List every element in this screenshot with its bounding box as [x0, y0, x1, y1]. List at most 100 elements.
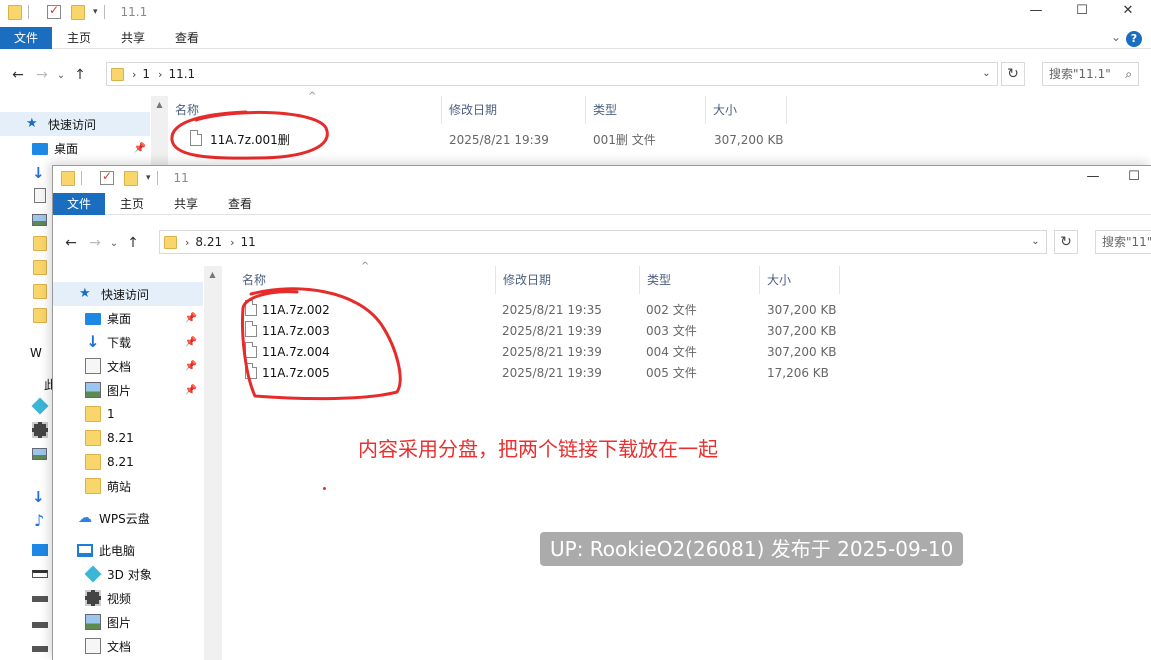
- collapse-ribbon-icon[interactable]: ⌄: [1111, 30, 1121, 44]
- maximize-button[interactable]: ☐: [1116, 166, 1151, 190]
- folder-icon: [111, 67, 124, 81]
- nav-item-14[interactable]: 文档: [53, 634, 203, 658]
- help-icon[interactable]: ?: [1126, 31, 1142, 47]
- chevron-right-icon: ›: [230, 235, 235, 249]
- up-arrow-icon[interactable]: ↑: [68, 67, 92, 83]
- tab-file[interactable]: 文件: [0, 26, 53, 49]
- forward-arrow-icon[interactable]: →: [30, 67, 54, 83]
- breadcrumb-item[interactable]: 11.1: [168, 67, 195, 81]
- nav-label: 图片: [107, 383, 132, 398]
- nav-item-13[interactable]: 图片: [53, 610, 203, 634]
- breadcrumb-item[interactable]: 1: [142, 67, 150, 81]
- back-arrow-icon[interactable]: ←: [6, 67, 30, 83]
- properties-icon[interactable]: [47, 3, 61, 19]
- annotation-text: 内容采用分盘，把两个链接下载放在一起: [358, 437, 718, 461]
- file-size: 307,200 KB: [767, 303, 837, 317]
- tab-share[interactable]: 共享: [159, 193, 213, 215]
- new-folder-icon[interactable]: [124, 170, 138, 186]
- folder-icon: [8, 4, 22, 20]
- recent-dropdown-icon[interactable]: ⌄: [107, 238, 121, 249]
- minimize-button[interactable]: —: [1070, 166, 1116, 190]
- annotation-dot: [323, 487, 326, 490]
- nav-scrollbar[interactable]: ▲: [204, 266, 221, 660]
- column-date[interactable]: 修改日期: [496, 266, 640, 294]
- up-arrow-icon[interactable]: ↑: [121, 235, 145, 251]
- pin-icon[interactable]: 📌: [185, 337, 197, 348]
- file-size: 307,200 KB: [714, 133, 784, 147]
- nav-item-12[interactable]: 视频: [53, 586, 203, 610]
- video-icon: [32, 422, 48, 438]
- nav-item-8[interactable]: 萌站: [53, 474, 203, 498]
- column-date[interactable]: 修改日期: [442, 96, 586, 124]
- refresh-button[interactable]: ↻: [1001, 62, 1025, 86]
- folder-icon: [33, 284, 47, 299]
- tab-view[interactable]: 查看: [160, 27, 214, 49]
- tab-home[interactable]: 主页: [105, 193, 159, 215]
- nav-label: WPS云盘: [99, 511, 150, 526]
- new-folder-icon[interactable]: [71, 4, 85, 20]
- properties-icon[interactable]: [100, 169, 114, 185]
- nav-item-11[interactable]: 3D 对象: [53, 562, 203, 586]
- maximize-button[interactable]: ☐: [1059, 0, 1105, 24]
- download-icon: ↓: [32, 164, 45, 182]
- chevron-right-icon: ›: [158, 67, 163, 81]
- nav-item-5[interactable]: 1: [53, 402, 203, 426]
- search-input[interactable]: 搜索"11": [1095, 230, 1151, 254]
- tab-home[interactable]: 主页: [52, 27, 106, 49]
- pin-icon[interactable]: 📌: [185, 385, 197, 396]
- address-bar[interactable]: › 1 › 11.1 ⌄: [106, 62, 998, 86]
- nav-item-4[interactable]: 图片 📌: [53, 378, 203, 402]
- tab-view[interactable]: 查看: [213, 193, 267, 215]
- column-size[interactable]: 大小: [760, 266, 840, 294]
- ribbon-tabs: 文件 主页 共享 查看: [53, 192, 1151, 215]
- pin-icon[interactable]: 📌: [134, 143, 146, 154]
- separator: [81, 171, 82, 185]
- nav-item-7[interactable]: 8.21: [53, 450, 203, 474]
- nav-item-10[interactable]: 此电脑: [53, 538, 203, 562]
- document-icon: [85, 638, 101, 654]
- minimize-button[interactable]: —: [1013, 0, 1059, 24]
- nav-item-3[interactable]: 文档 📌: [53, 354, 203, 378]
- file-type: 004 文件: [646, 345, 697, 359]
- cloud-icon: ☁: [78, 510, 92, 526]
- nav-item-6[interactable]: 8.21: [53, 426, 203, 450]
- nav-label-wps[interactable]: W: [30, 346, 42, 360]
- separator: [156, 171, 158, 185]
- column-size[interactable]: 大小: [706, 96, 787, 124]
- tab-file[interactable]: 文件: [53, 192, 106, 215]
- quick-access-dropdown-icon[interactable]: ▾: [93, 7, 98, 17]
- nav-item-9[interactable]: ☁ WPS云盘: [53, 506, 203, 530]
- column-type[interactable]: 类型: [586, 96, 706, 124]
- red-circle-annotation: [170, 110, 329, 160]
- quick-access-dropdown-icon[interactable]: ▾: [146, 173, 151, 183]
- nav-item-0[interactable]: ★ 快速访问: [53, 282, 203, 306]
- forward-arrow-icon[interactable]: →: [83, 235, 107, 251]
- pin-icon[interactable]: 📌: [185, 361, 197, 372]
- search-input[interactable]: 搜索"11.1" ⌕: [1042, 62, 1139, 86]
- column-type[interactable]: 类型: [640, 266, 760, 294]
- nav-label: 1: [107, 407, 115, 421]
- title-bar: ▾ 11.1: [0, 0, 1151, 24]
- back-arrow-icon[interactable]: ←: [59, 235, 83, 251]
- nav-desktop[interactable]: 桌面 📌: [0, 136, 150, 160]
- close-button[interactable]: ✕: [1105, 0, 1151, 24]
- nav-item-1[interactable]: 桌面 📌: [53, 306, 203, 330]
- refresh-button[interactable]: ↻: [1054, 230, 1078, 254]
- nav-item-2[interactable]: ↓ 下载 📌: [53, 330, 203, 354]
- nav-quick-access[interactable]: ★ 快速访问: [0, 112, 150, 136]
- 3d-objects-icon: [31, 397, 49, 415]
- file-date: 2025/8/21 19:39: [502, 345, 602, 359]
- address-dropdown-icon[interactable]: ⌄: [975, 63, 997, 85]
- breadcrumb-item[interactable]: 11: [241, 235, 256, 249]
- nav-label: 文档: [107, 639, 132, 654]
- title-bar: ▾ 11: [53, 166, 1151, 190]
- pin-icon[interactable]: 📌: [185, 313, 197, 324]
- address-dropdown-icon[interactable]: ⌄: [1024, 231, 1046, 253]
- search-icon: ⌕: [1125, 67, 1132, 81]
- recent-dropdown-icon[interactable]: ⌄: [54, 70, 68, 81]
- breadcrumb-item[interactable]: 8.21: [195, 235, 222, 249]
- file-size: 307,200 KB: [767, 324, 837, 338]
- tab-share[interactable]: 共享: [106, 27, 160, 49]
- scroll-up-icon[interactable]: ▲: [204, 266, 221, 283]
- address-bar[interactable]: › 8.21 › 11 ⌄: [159, 230, 1047, 254]
